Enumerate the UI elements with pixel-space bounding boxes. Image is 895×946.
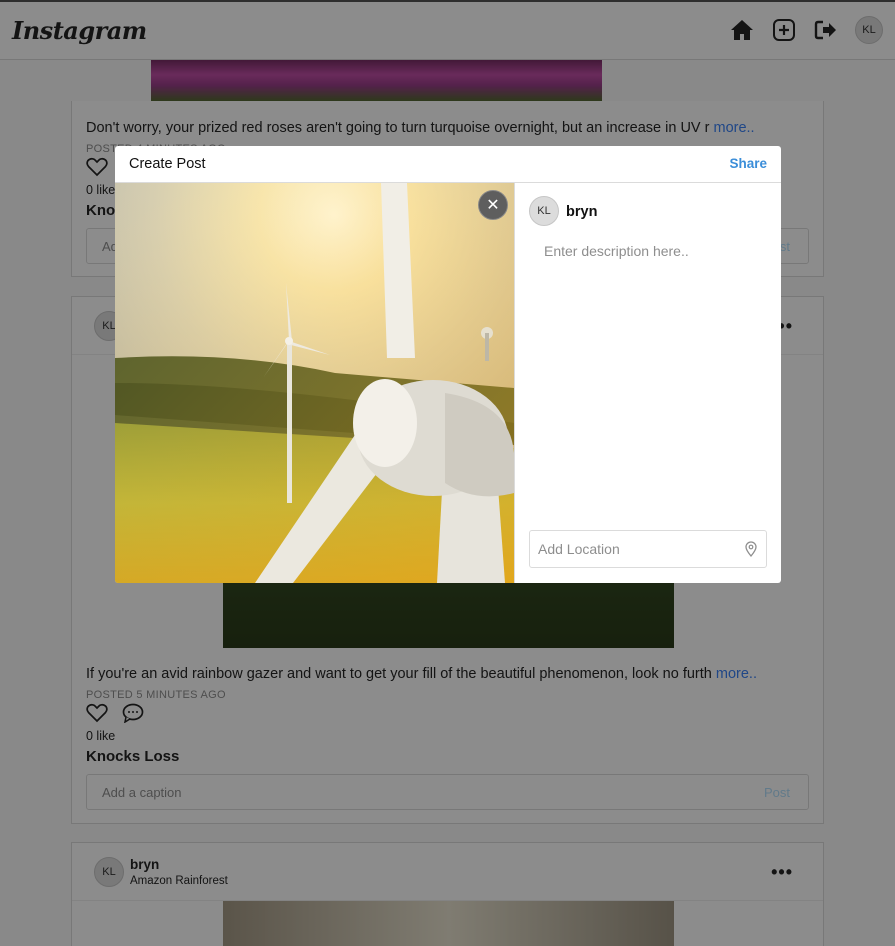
modal-title: Create Post — [129, 156, 206, 172]
location-field[interactable] — [529, 530, 767, 568]
create-post-modal: Create Post Share ✕ KL bryn Enter descri… — [115, 146, 781, 583]
description-input[interactable] — [529, 237, 767, 517]
preview-image — [115, 183, 514, 583]
post-details-panel: KL bryn — [514, 183, 781, 583]
location-input[interactable] — [538, 541, 744, 557]
share-button[interactable]: Share — [729, 156, 767, 171]
modal-header: Create Post Share — [115, 146, 781, 183]
author-username: bryn — [566, 204, 598, 220]
close-preview-button[interactable]: ✕ — [478, 190, 508, 220]
location-pin-icon — [745, 541, 757, 557]
avatar: KL — [529, 196, 559, 226]
